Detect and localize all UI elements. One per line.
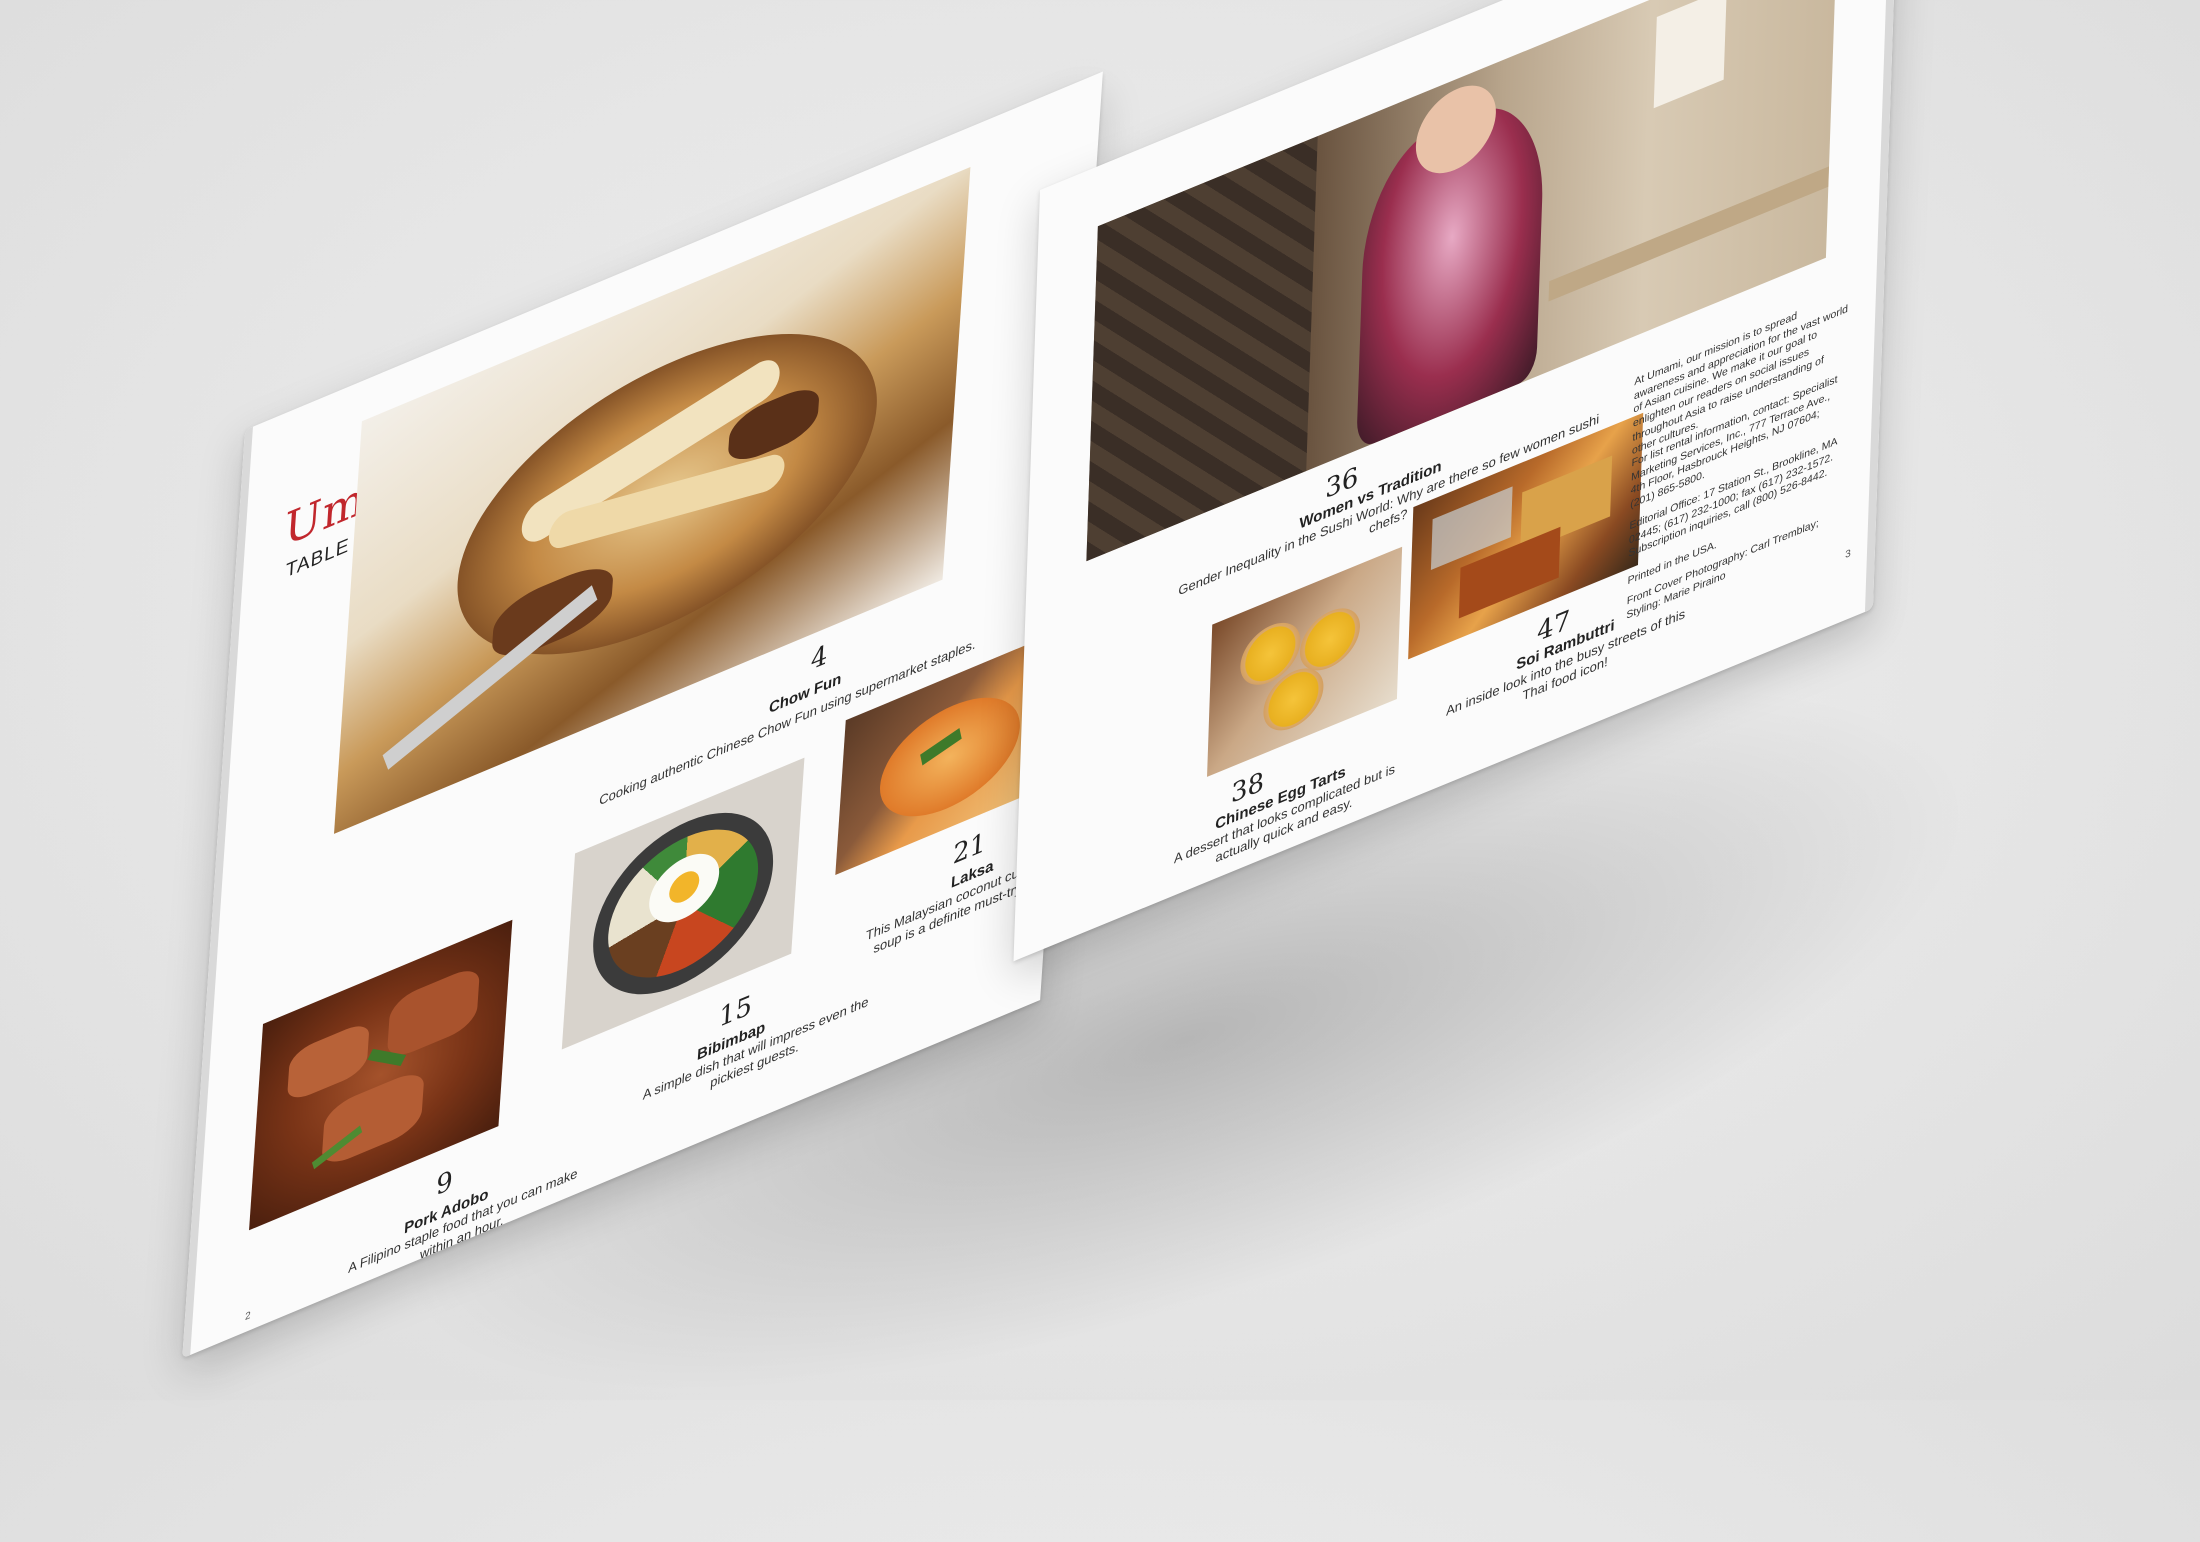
laksa-photo (835, 636, 1046, 876)
left-page-number: 2 (244, 1309, 252, 1324)
page-stack-edge-right (1864, 0, 1900, 612)
toc-page-chow-fun: 4 (809, 639, 829, 678)
pork-adobo-photo (249, 919, 513, 1231)
page-stack-edge (182, 426, 253, 1359)
right-page-number: 3 (1845, 547, 1851, 562)
toc-page-pork-adobo: 9 (435, 1164, 454, 1203)
